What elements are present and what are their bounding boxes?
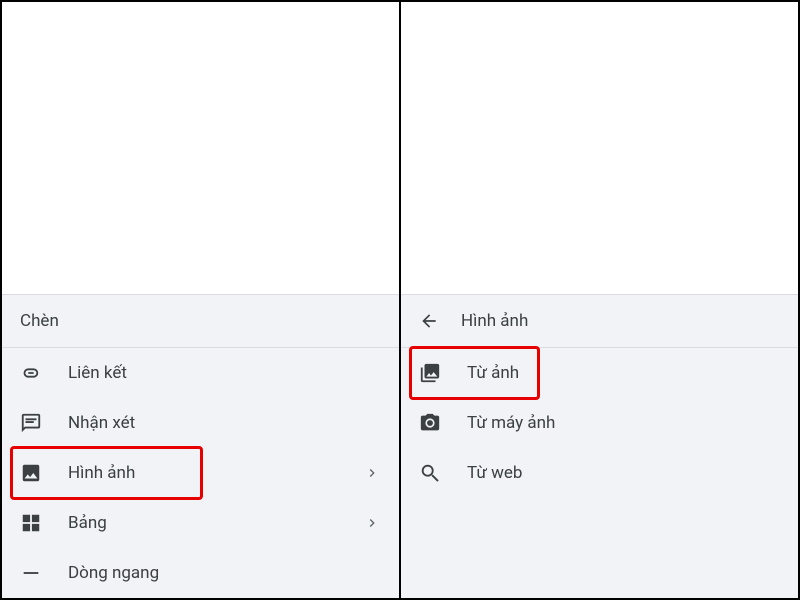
menu-item-label: Dòng ngang [68,563,381,583]
menu-item-label: Nhận xét [68,413,381,433]
menu-item-label: Bảng [68,513,337,533]
search-icon [419,462,441,484]
submenu-item-from-photos[interactable]: Từ ảnh [401,348,798,398]
image-submenu-sheet: Hình ảnh Từ ảnh Từ máy ảnh [401,294,798,598]
image-icon [20,462,42,484]
document-canvas-left [2,2,399,294]
menu-item-label: Liên kết [68,363,381,383]
chevron-right-icon [363,515,381,531]
submenu-item-label: Từ web [467,463,780,483]
menu-item-horizontal-line[interactable]: Dòng ngang [2,548,399,598]
table-icon [20,512,42,534]
comment-icon [20,412,42,434]
submenu-item-from-camera[interactable]: Từ máy ảnh [401,398,798,448]
image-submenu-title: Hình ảnh [461,311,528,331]
menu-item-table[interactable]: Bảng [2,498,399,548]
insert-menu-items: Liên kết Nhận xét Hình ảnh [2,348,399,598]
link-icon [20,362,42,384]
chevron-right-icon [363,465,381,481]
tutorial-frame: Chèn Liên kết Nhận xét [0,0,800,600]
submenu-item-from-web[interactable]: Từ web [401,448,798,498]
insert-menu-title-text: Chèn [20,311,59,331]
camera-icon [419,412,441,434]
menu-item-label: Hình ảnh [68,463,337,483]
menu-item-comment[interactable]: Nhận xét [2,398,399,448]
menu-item-image[interactable]: Hình ảnh [2,448,399,498]
left-pane: Chèn Liên kết Nhận xét [2,2,401,598]
photos-icon [419,362,441,384]
submenu-item-label: Từ ảnh [467,363,780,383]
insert-menu-title: Chèn [2,295,399,347]
image-submenu-header: Hình ảnh [401,295,798,347]
menu-item-link[interactable]: Liên kết [2,348,399,398]
image-submenu-items: Từ ảnh Từ máy ảnh Từ web . [401,348,798,598]
insert-menu-sheet: Chèn Liên kết Nhận xét [2,294,399,598]
horizontal-line-icon [20,562,42,584]
submenu-item-label: Từ máy ảnh [467,413,780,433]
document-canvas-right [401,2,798,294]
back-icon[interactable] [419,311,439,331]
right-pane: Hình ảnh Từ ảnh Từ máy ảnh [401,2,798,598]
